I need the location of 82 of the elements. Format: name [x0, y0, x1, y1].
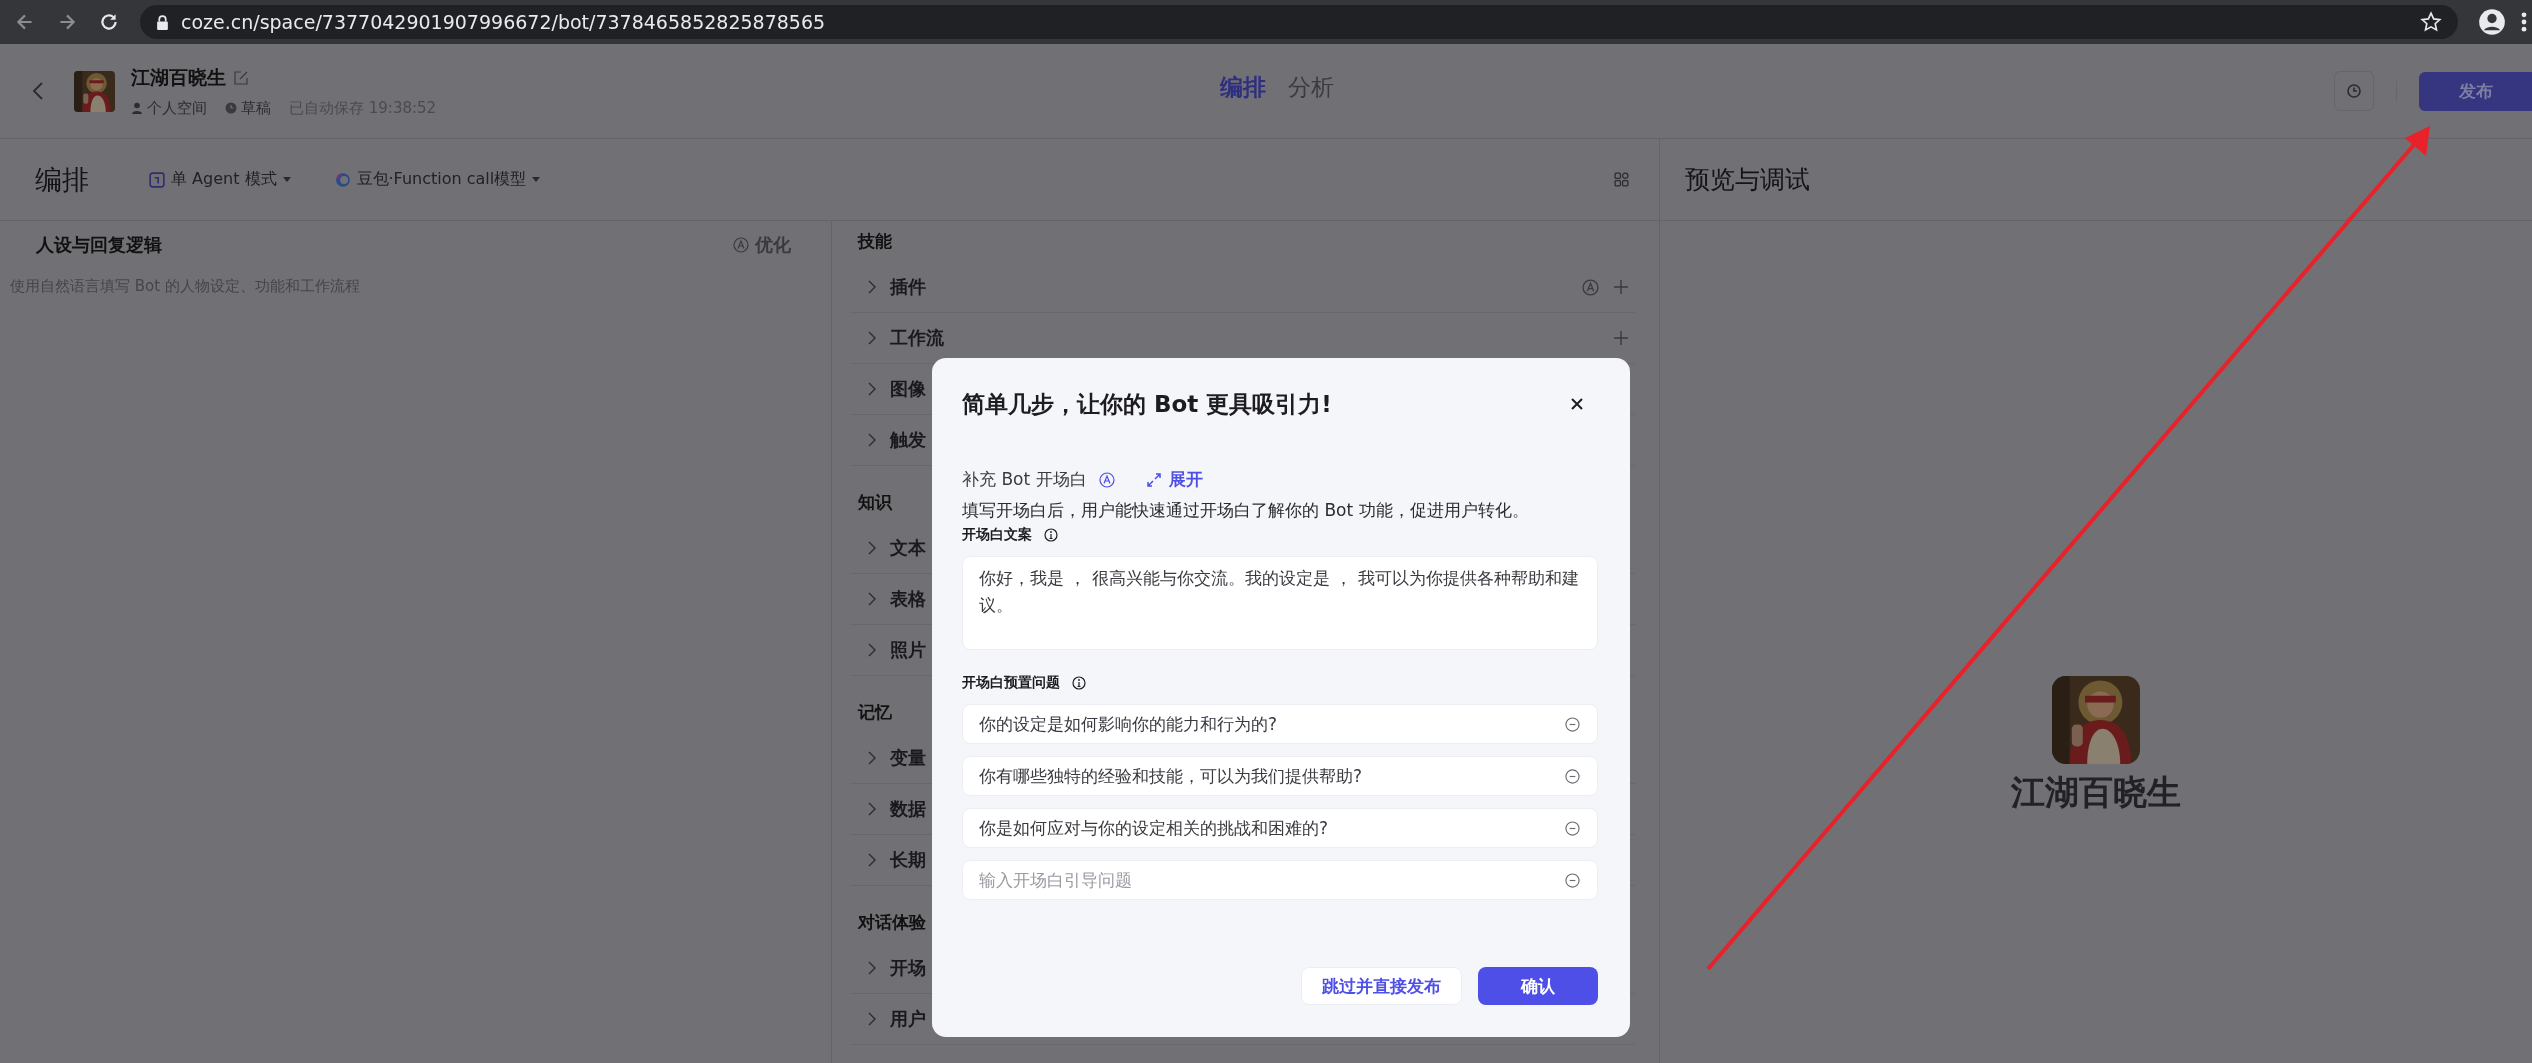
info-icon[interactable] [1044, 528, 1058, 542]
star-icon[interactable] [2420, 11, 2442, 33]
edit-icon[interactable] [234, 70, 248, 85]
close-icon[interactable] [1570, 397, 1584, 411]
chevron-icon[interactable] [868, 1012, 876, 1026]
skill-label[interactable]: 触发 [890, 428, 926, 452]
publish-button[interactable]: 发布 [2419, 71, 2532, 111]
confirm-button[interactable]: 确认 [1478, 967, 1598, 1005]
chevron-icon[interactable] [868, 802, 876, 816]
menu-icon[interactable] [2520, 10, 2528, 34]
status-label: 草稿 [241, 98, 271, 118]
section-heading: 知识 [858, 491, 892, 514]
history-button[interactable] [2334, 71, 2374, 111]
back-icon[interactable] [32, 81, 44, 101]
greeting-input[interactable]: 你好，我是 ， 很高兴能与你交流。我的设定是 ， 我可以为你提供各种帮助和建议。 [962, 556, 1598, 650]
skill-label[interactable]: 变量 [890, 746, 926, 770]
section-heading: 对话体验 [858, 911, 926, 934]
history-icon [2346, 83, 2362, 99]
auto-icon[interactable] [1098, 471, 1115, 488]
mode-dropdown[interactable]: 单 Agent 模式 [149, 169, 291, 190]
section-label: 补充 Bot 开场白 [962, 468, 1087, 491]
bot-name: 江湖百晓生 [131, 64, 226, 90]
preview-title: 预览与调试 [1685, 164, 1810, 196]
chevron-icon[interactable] [868, 433, 876, 447]
clock-icon [225, 102, 237, 114]
skill-label[interactable]: 照片 [890, 638, 926, 662]
section-heading: 技能 [858, 230, 892, 253]
expand-link[interactable]: 展开 [1168, 468, 1203, 491]
skill-label[interactable]: 用户 [890, 1007, 926, 1031]
section-heading: 记忆 [858, 701, 892, 724]
dialog-description: 填写开场白后，用户能快速通过开场白了解你的 Bot 功能，促进用户转化。 [962, 499, 1530, 522]
section-title: 编排 [35, 162, 89, 197]
skill-label[interactable]: 数据 [890, 797, 926, 821]
chevron-icon[interactable] [868, 853, 876, 867]
bot-name: 江湖百晓生 [2011, 771, 2181, 814]
skill-label[interactable]: 插件 [890, 275, 926, 299]
account-icon[interactable] [2478, 8, 2506, 36]
auto-icon[interactable] [1582, 278, 1599, 296]
layout-icon[interactable] [1614, 172, 1629, 187]
expand-icon[interactable] [1146, 472, 1161, 487]
agent-icon [149, 171, 165, 188]
skill-label[interactable]: 工作流 [890, 326, 944, 350]
add-icon[interactable] [1613, 330, 1629, 346]
page-tab[interactable]: 编排 [1220, 72, 1266, 103]
person-icon [131, 102, 143, 114]
add-icon[interactable] [1613, 279, 1629, 295]
lock-icon [156, 14, 169, 30]
remove-icon[interactable] [1565, 873, 1580, 888]
auto-icon [733, 237, 749, 253]
reload-icon[interactable] [98, 11, 120, 33]
question-input[interactable]: 你有哪些独特的经验和技能，可以为我们提供帮助? [962, 756, 1598, 796]
remove-icon[interactable] [1565, 769, 1580, 784]
model-logo-icon [334, 171, 351, 188]
chevron-icon[interactable] [868, 541, 876, 555]
info-icon[interactable] [1072, 676, 1086, 690]
space-label: 个人空间 [147, 98, 207, 118]
chevron-icon[interactable] [868, 382, 876, 396]
dialog-title: 简单几步，让你的 Bot 更具吸引力! [962, 389, 1332, 419]
chevron-icon[interactable] [868, 751, 876, 765]
chevron-icon[interactable] [868, 280, 876, 294]
remove-icon[interactable] [1565, 821, 1580, 836]
caret-icon [282, 177, 291, 182]
skill-label[interactable]: 表格 [890, 587, 926, 611]
address-bar[interactable]: coze.cn/space/7377042901907996672/bot/7378465852825878565 [140, 5, 2458, 39]
field-label: 开场白文案 [962, 526, 1032, 544]
remove-icon[interactable] [1565, 717, 1580, 732]
model-dropdown[interactable]: 豆包·Function call模型 [334, 169, 541, 190]
persona-title: 人设与回复逻辑 [36, 233, 162, 257]
skill-label[interactable]: 图像 [890, 377, 926, 401]
skill-label[interactable]: 开场 [890, 956, 926, 980]
question-input[interactable]: 输入开场白引导问题 [962, 860, 1598, 900]
caret-icon [532, 177, 541, 182]
skill-label[interactable]: 文本 [890, 536, 926, 560]
chevron-icon[interactable] [868, 643, 876, 657]
skill-label[interactable]: 长期 [890, 848, 926, 872]
chevron-icon[interactable] [868, 592, 876, 606]
chevron-icon[interactable] [868, 331, 876, 345]
question-input[interactable]: 你的设定是如何影响你的能力和行为的? [962, 704, 1598, 744]
question-input[interactable]: 你是如何应对与你的设定相关的挑战和困难的? [962, 808, 1598, 848]
skip-publish-button[interactable]: 跳过并直接发布 [1301, 967, 1462, 1005]
chevron-icon[interactable] [868, 961, 876, 975]
field-label: 开场白预置问题 [962, 674, 1060, 692]
